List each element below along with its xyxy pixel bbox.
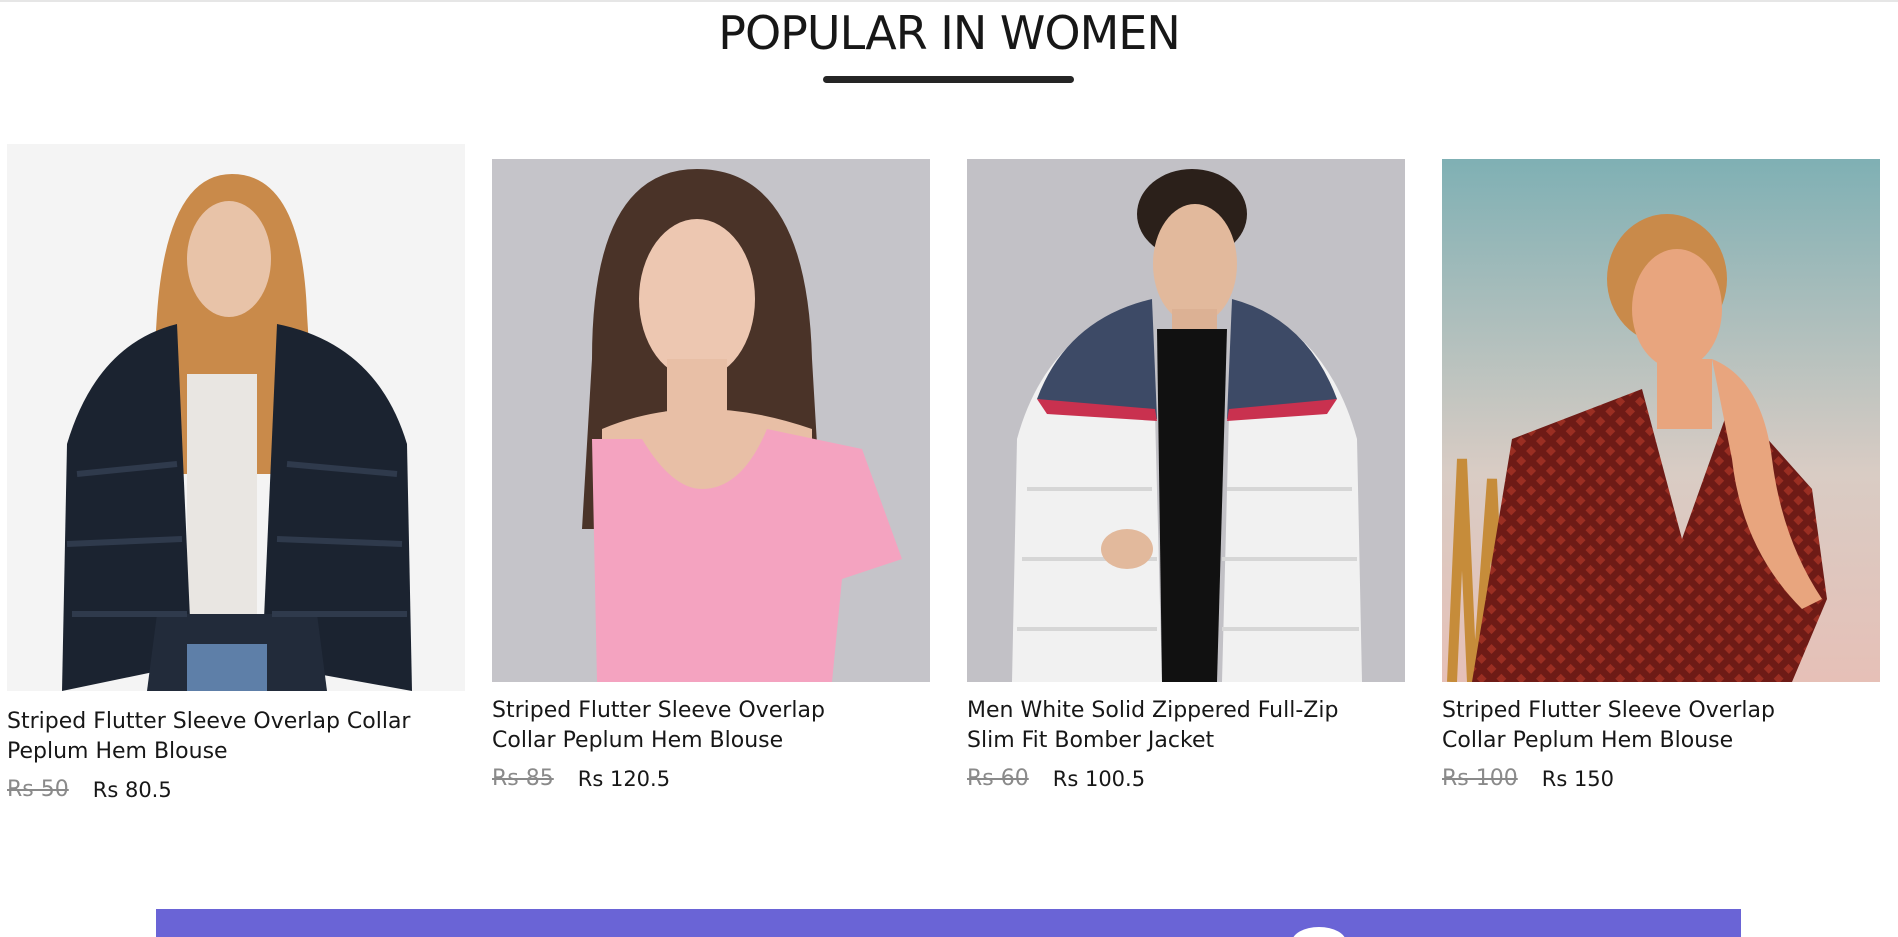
product-image[interactable] [7, 144, 465, 691]
popular-in-women-page: POPULAR IN WOMEN Striped Flutter Sleeve … [0, 0, 1898, 937]
original-price: Rs 60 [967, 766, 1029, 791]
original-price: Rs 85 [492, 766, 554, 791]
product-card[interactable]: Striped Flutter Sleeve Overlap Collar Pe… [1442, 159, 1880, 791]
product-image[interactable] [492, 159, 930, 682]
original-price: Rs 100 [1442, 766, 1518, 791]
product-name[interactable]: Men White Solid Zippered Full-Zip Slim F… [967, 696, 1387, 756]
product-image[interactable] [1442, 159, 1880, 682]
product-card[interactable]: Striped Flutter Sleeve Overlap Collar Pe… [492, 159, 930, 791]
price-row: Rs 60 Rs 100.5 [967, 766, 1405, 791]
original-price: Rs 50 [7, 777, 69, 802]
section-title: POPULAR IN WOMEN [718, 6, 1181, 60]
sale-price: Rs 80.5 [92, 777, 172, 802]
sale-price: Rs 100.5 [1052, 766, 1146, 791]
product-card[interactable]: Striped Flutter Sleeve Overlap Collar Pe… [7, 144, 465, 802]
product-name[interactable]: Striped Flutter Sleeve Overlap Collar Pe… [7, 707, 427, 767]
product-image[interactable] [967, 159, 1405, 682]
sale-price: Rs 150 [1541, 766, 1615, 791]
price-row: Rs 85 Rs 120.5 [492, 766, 930, 791]
top-divider [0, 0, 1898, 2]
banner-graphic [1292, 927, 1346, 937]
product-name[interactable]: Striped Flutter Sleeve Overlap Collar Pe… [492, 696, 892, 756]
product-name[interactable]: Striped Flutter Sleeve Overlap Collar Pe… [1442, 696, 1842, 756]
sale-price: Rs 120.5 [577, 766, 671, 791]
title-underline [823, 76, 1074, 83]
price-row: Rs 100 Rs 150 [1442, 766, 1880, 791]
product-card[interactable]: Men White Solid Zippered Full-Zip Slim F… [967, 159, 1405, 791]
promo-banner[interactable] [156, 909, 1741, 937]
price-row: Rs 50 Rs 80.5 [7, 777, 465, 802]
